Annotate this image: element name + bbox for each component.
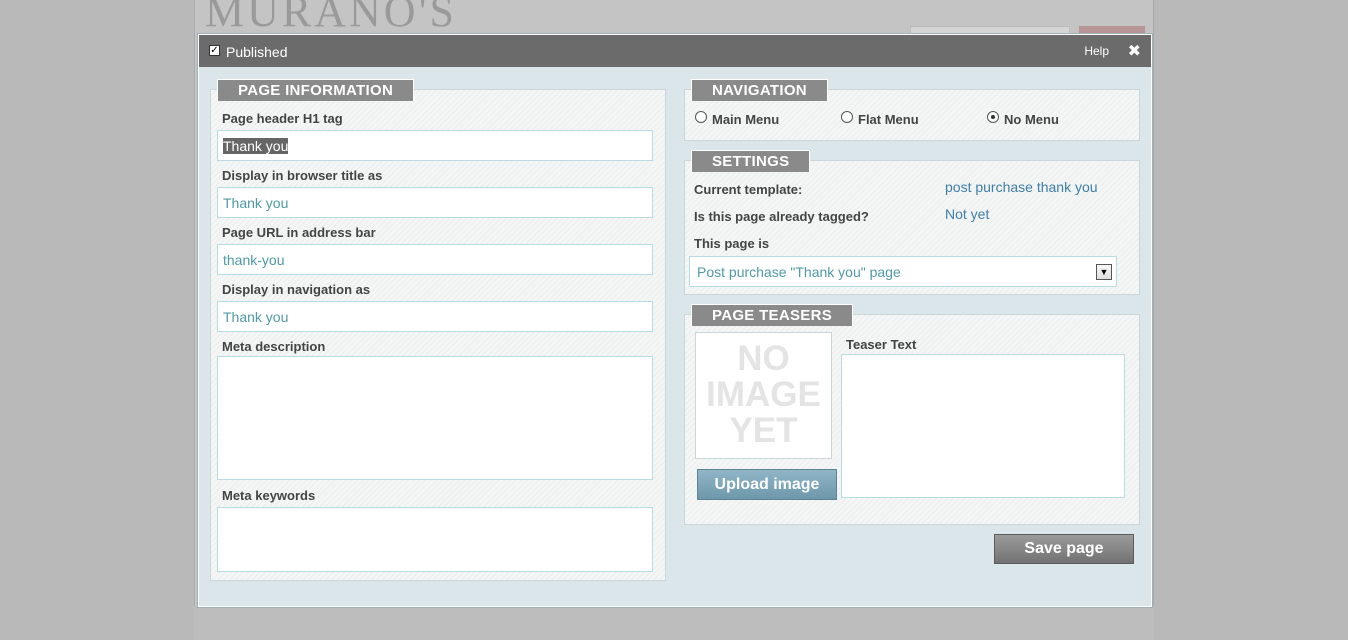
radio-main-menu[interactable] bbox=[695, 111, 707, 123]
tagged-value: Not yet bbox=[945, 206, 990, 222]
page-is-label: This page is bbox=[694, 236, 770, 251]
navigation-title: NAVIGATION bbox=[691, 79, 828, 101]
placeholder-line-1: NO bbox=[737, 339, 790, 378]
url-label: Page URL in address bar bbox=[222, 225, 376, 240]
modal-header: ✓ Published Help ✖ bbox=[199, 35, 1151, 67]
nav-input[interactable]: Thank you bbox=[217, 301, 653, 332]
radio-flat-menu[interactable] bbox=[841, 111, 853, 123]
teaser-text-textarea[interactable] bbox=[841, 354, 1125, 498]
page-type-select[interactable]: Post purchase "Thank you" page ▼ bbox=[689, 256, 1117, 287]
settings-title: SETTINGS bbox=[691, 150, 811, 172]
browser-title-label: Display in browser title as bbox=[222, 168, 383, 183]
navigation-panel: NAVIGATION Main Menu Flat Menu No Menu bbox=[684, 79, 1140, 141]
placeholder-line-3: YET bbox=[729, 411, 798, 450]
template-value[interactable]: post purchase thank you bbox=[945, 179, 1098, 195]
settings-panel: SETTINGS Current template: post purchase… bbox=[684, 150, 1140, 295]
meta-keywords-textarea[interactable] bbox=[217, 507, 653, 572]
background-footer bbox=[194, 606, 1154, 640]
chevron-down-icon[interactable]: ▼ bbox=[1096, 264, 1112, 280]
teaser-text-label: Teaser Text bbox=[846, 337, 917, 352]
radio-main-menu-label: Main Menu bbox=[712, 112, 780, 127]
radio-flat-menu-label: Flat Menu bbox=[858, 112, 919, 127]
radio-no-menu[interactable] bbox=[987, 111, 999, 123]
h1-label: Page header H1 tag bbox=[222, 111, 343, 126]
meta-description-label: Meta description bbox=[222, 339, 326, 354]
published-label: Published bbox=[226, 44, 288, 60]
h1-value: Thank you bbox=[223, 138, 289, 154]
close-icon[interactable]: ✖ bbox=[1128, 41, 1141, 61]
browser-title-input[interactable]: Thank you bbox=[217, 187, 653, 218]
page-teasers-panel: PAGE TEASERS NO IMAGE YET Upload image T… bbox=[684, 304, 1140, 525]
url-input[interactable]: thank-you bbox=[217, 244, 653, 275]
tagged-label: Is this page already tagged? bbox=[694, 209, 869, 224]
save-page-button[interactable]: Save page bbox=[994, 534, 1134, 564]
background-logo: MURANO'S bbox=[205, 0, 457, 36]
page-type-value: Post purchase "Thank you" page bbox=[697, 264, 901, 280]
placeholder-line-2: IMAGE bbox=[706, 375, 821, 414]
meta-description-textarea[interactable] bbox=[217, 356, 653, 480]
radio-no-menu-label: No Menu bbox=[1004, 112, 1059, 127]
h1-input[interactable]: Thank you bbox=[217, 130, 653, 161]
template-label: Current template: bbox=[694, 182, 803, 197]
nav-label: Display in navigation as bbox=[222, 282, 371, 297]
meta-keywords-label: Meta keywords bbox=[222, 488, 316, 503]
page-information-panel: PAGE INFORMATION Page header H1 tag Than… bbox=[210, 79, 666, 581]
help-link[interactable]: Help bbox=[1084, 44, 1109, 58]
upload-image-button[interactable]: Upload image bbox=[697, 469, 837, 500]
edit-page-modal: ✓ Published Help ✖ PAGE INFORMATION Page… bbox=[198, 34, 1152, 607]
page-teasers-title: PAGE TEASERS bbox=[691, 304, 854, 326]
page-information-title: PAGE INFORMATION bbox=[217, 79, 415, 101]
no-image-placeholder: NO IMAGE YET bbox=[695, 332, 832, 459]
published-checkbox[interactable]: ✓ bbox=[209, 45, 220, 56]
